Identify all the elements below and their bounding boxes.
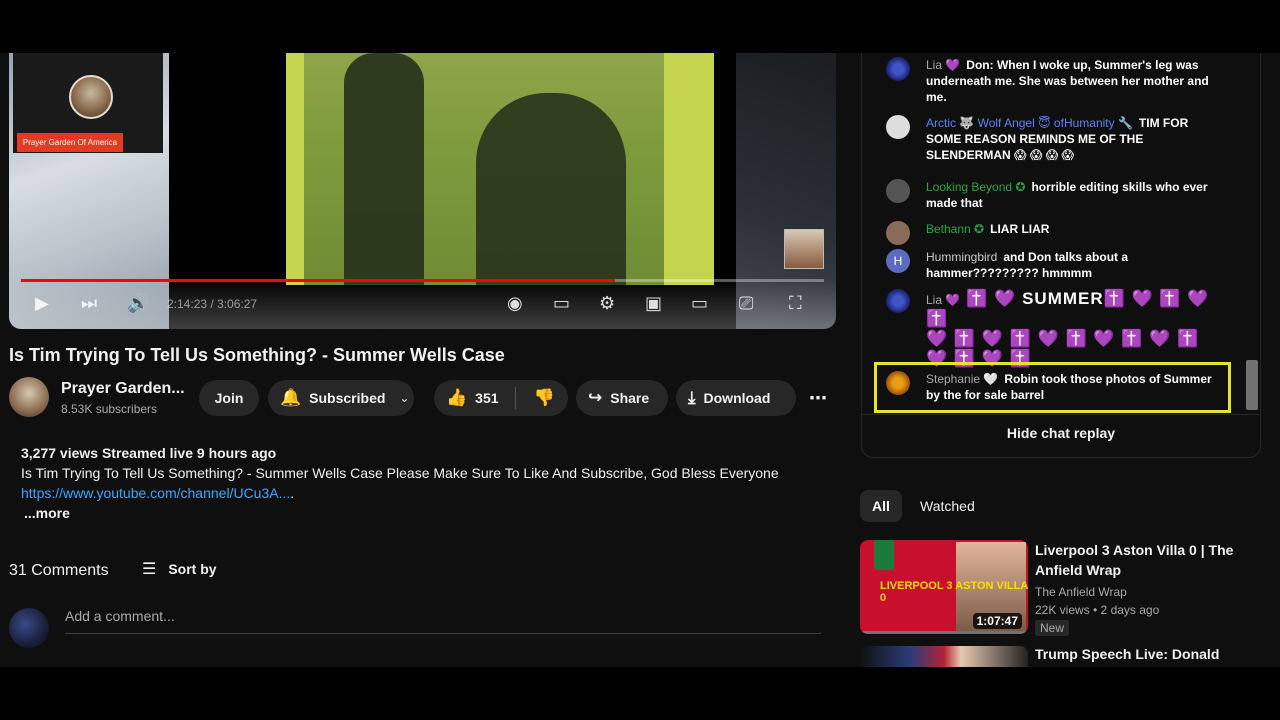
- chat-message-body: Hummingbird and Don talks about a hammer?…: [926, 249, 1226, 281]
- chat-avatar: [886, 221, 910, 245]
- chat-avatar: [886, 115, 910, 139]
- bell-icon: 🔔: [280, 388, 302, 407]
- chevron-down-icon: ⌄: [399, 391, 410, 405]
- chat-avatar: [886, 57, 910, 81]
- description-text: Is Tim Trying To Tell Us Something? - Su…: [21, 465, 779, 481]
- chat-divider: [862, 414, 1260, 415]
- description-link[interactable]: https://www.youtube.com/channel/UCu3A...: [21, 485, 290, 501]
- channel-avatar[interactable]: [9, 377, 49, 417]
- chat-avatar: H: [886, 249, 910, 273]
- thumbs-up-icon[interactable]: 👍: [446, 388, 467, 408]
- next-icon[interactable]: ⏭: [81, 293, 97, 314]
- settings-icon[interactable]: ⚙: [599, 293, 615, 314]
- channel-name[interactable]: Prayer Garden...: [61, 380, 185, 398]
- chat-scrollbar[interactable]: [1246, 360, 1258, 410]
- thumb-logo-strip: [874, 540, 894, 570]
- chat-author: Lia 💜: [926, 293, 961, 307]
- progress-bar[interactable]: [21, 279, 824, 282]
- player-controls: ▶ ⏭ 🔊 2:14:23 / 3:06:27 ◉ ▭ ⚙ ▣ ▭ ⎚ ⛶: [9, 279, 836, 329]
- add-comment-input[interactable]: Add a comment...: [65, 608, 821, 634]
- chat-text: Don: When I woke up, Summer's leg was un…: [926, 58, 1209, 104]
- video-player[interactable]: Prayer Garden Of America ▶ ⏭ 🔊 2:14:23 /…: [9, 53, 836, 329]
- shadow-figure-2: [476, 93, 626, 285]
- share-label: Share: [610, 390, 650, 406]
- download-icon: ⤓: [688, 388, 696, 407]
- channel-watermark: Prayer Garden Of America: [13, 53, 163, 153]
- chat-message-body: Arctic 🐺 Wolf Angel 😇 ofHumanity 🔧 TIM FO…: [926, 115, 1226, 163]
- related-channel[interactable]: The Anfield Wrap: [1035, 585, 1127, 599]
- chat-message-body: Lia 💜 ✝️ 💜 SUMMER✝️ 💜 ✝️ 💜 ✝️ 💜 ✝️ 💜 ✝️ 💜…: [926, 289, 1226, 369]
- video-frame-image: [286, 53, 714, 285]
- watched-bar: [860, 631, 1028, 634]
- branding-watermark[interactable]: [784, 229, 824, 269]
- subscribed-button[interactable]: 🔔 Subscribed ⌄: [268, 380, 414, 416]
- chat-author: Bethann ✪: [926, 222, 985, 236]
- more-actions-icon[interactable]: ⋯: [804, 380, 832, 416]
- join-label: Join: [214, 390, 244, 406]
- play-icon[interactable]: ▶: [35, 293, 49, 314]
- fullscreen-icon[interactable]: ⛶: [789, 293, 802, 314]
- thumbs-down-icon[interactable]: 👎: [534, 388, 555, 408]
- volume-icon[interactable]: 🔊: [127, 293, 149, 314]
- chat-message-body: Lia 💜 Don: When I woke up, Summer's leg w…: [926, 57, 1226, 105]
- like-separator: [514, 387, 516, 409]
- user-avatar: [9, 608, 49, 648]
- thumb-text: LIVERPOOL 3 ASTON VILLA 0: [880, 580, 1028, 604]
- chat-avatar: [886, 289, 910, 313]
- highlight-box: [874, 362, 1231, 413]
- theater-icon[interactable]: ▭: [691, 293, 708, 314]
- download-button[interactable]: ⤓ Download: [676, 380, 796, 416]
- share-icon: ↪: [588, 388, 603, 407]
- related-meta: 22K views • 2 days ago: [1035, 603, 1160, 617]
- subscribed-label: Subscribed: [309, 390, 386, 406]
- chip-watched[interactable]: Watched: [908, 490, 987, 522]
- comments-count: 31 Comments: [9, 562, 109, 579]
- chat-emoji-line: 💜 ✝️ 💜 ✝️ 💜 ✝️ 💜 ✝️ 💜 ✝️: [926, 329, 1200, 348]
- youtube-watch-page: Prayer Garden Of America ▶ ⏭ 🔊 2:14:23 /…: [0, 53, 1280, 667]
- chat-avatar: [886, 179, 910, 203]
- live-chat-replay: Lia 💜 Don: When I woke up, Summer's leg w…: [861, 53, 1261, 458]
- channel-logo: [69, 75, 113, 119]
- subscriber-count: 8.53K subscribers: [61, 402, 158, 416]
- share-button[interactable]: ↪ Share: [576, 380, 668, 416]
- video-duration: 1:07:47: [972, 613, 1022, 629]
- progress-fill: [21, 279, 616, 282]
- chat-author: Arctic 🐺 Wolf Angel 😇 ofHumanity 🔧: [926, 116, 1133, 130]
- sort-label: Sort by: [168, 561, 217, 577]
- miniplayer-icon[interactable]: ▣: [645, 293, 662, 314]
- description-link-row: https://www.youtube.com/channel/UCu3A...…: [21, 485, 294, 501]
- show-more-button[interactable]: ...more: [24, 505, 70, 521]
- chip-all[interactable]: All: [860, 490, 902, 522]
- time-display: 2:14:23 / 3:06:27: [167, 297, 258, 311]
- like-count[interactable]: 351: [475, 390, 498, 406]
- related-title[interactable]: Liverpool 3 Aston Villa 0 | The Anfield …: [1035, 540, 1245, 580]
- cast-icon[interactable]: ⎚: [739, 293, 753, 314]
- chat-text: ✝️ 💜 SUMMER: [966, 289, 1104, 308]
- join-button[interactable]: Join: [199, 380, 259, 416]
- hide-chat-replay-button[interactable]: Hide chat replay: [862, 425, 1260, 441]
- sort-icon: ☰: [142, 561, 157, 578]
- sort-by-button[interactable]: ☰ Sort by: [142, 559, 217, 579]
- related-thumbnail[interactable]: [860, 646, 1028, 667]
- new-badge: New: [1035, 620, 1070, 636]
- like-dislike-group: 👍 351 👎: [434, 380, 568, 416]
- chat-author: Lia 💜: [926, 58, 961, 72]
- chat-message-body: Looking Beyond ✪ horrible editing skills …: [926, 179, 1226, 211]
- view-stats: 3,277 views Streamed live 9 hours ago: [21, 445, 277, 461]
- related-title[interactable]: Trump Speech Live: Donald: [1035, 646, 1219, 662]
- shadow-figure-1: [344, 53, 424, 285]
- video-title: Is Tim Trying To Tell Us Something? - Su…: [9, 345, 505, 365]
- channel-tag: Prayer Garden Of America: [17, 133, 123, 152]
- chat-author: Looking Beyond ✪: [926, 180, 1026, 194]
- chat-message-body: Bethann ✪ LIAR LIAR: [926, 221, 1226, 237]
- chat-text: LIAR LIAR: [990, 222, 1050, 236]
- related-thumbnail[interactable]: LIVERPOOL 3 ASTON VILLA 0 1:07:47: [860, 540, 1028, 634]
- autoplay-icon[interactable]: ◉: [507, 293, 523, 314]
- link-suffix: .: [290, 485, 295, 501]
- download-label: Download: [703, 390, 771, 406]
- chat-author: Hummingbird: [926, 250, 998, 264]
- subtitles-icon[interactable]: ▭: [553, 293, 570, 314]
